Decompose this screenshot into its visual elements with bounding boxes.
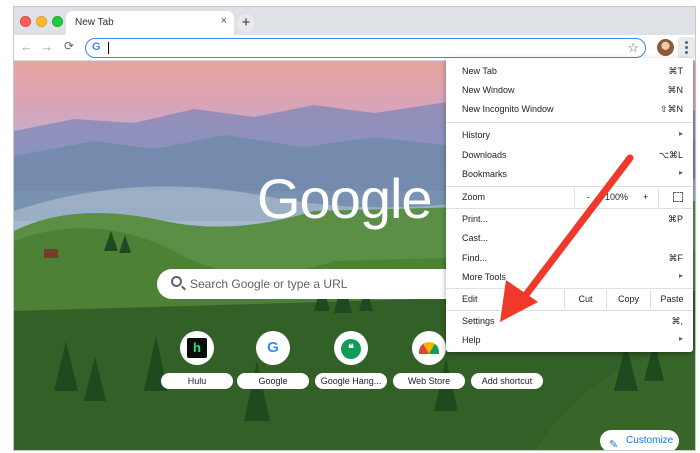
annotation-arrow <box>500 154 634 322</box>
